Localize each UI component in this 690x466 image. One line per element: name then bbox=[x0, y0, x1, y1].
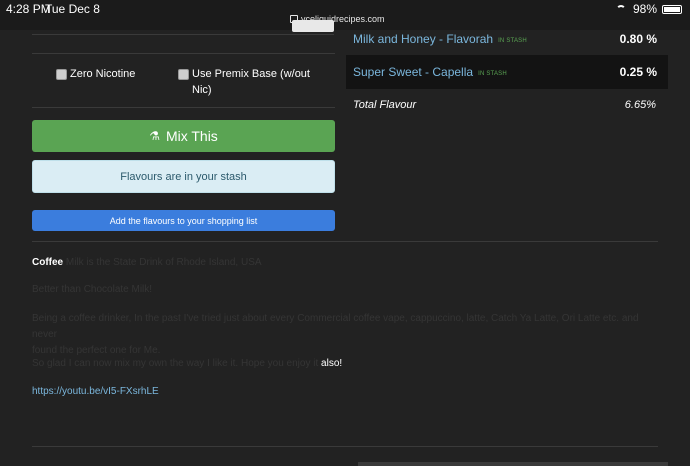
battery-percent: 98% bbox=[632, 2, 657, 16]
in-stash-badge: IN STASH bbox=[478, 71, 507, 77]
description-text: Milk is the State Drink of Rhode Island,… bbox=[65, 257, 262, 268]
status-date: Tue Dec 8 bbox=[45, 2, 100, 16]
premix-base-option[interactable]: Use Premix Base (w/out Nic) bbox=[178, 66, 328, 98]
mix-this-button[interactable]: ⚗ Mix This bbox=[32, 120, 335, 152]
status-time: 4:28 PM bbox=[6, 2, 51, 16]
youtube-link[interactable]: https://youtu.be/vI5-FXsrhLE bbox=[32, 386, 159, 397]
description-line: Better than Chocolate Milk! bbox=[32, 284, 152, 295]
divider bbox=[32, 446, 658, 447]
flavour-name-text: Super Sweet - Capella bbox=[353, 65, 474, 79]
flavour-name[interactable]: Milk and Honey - Flavorah IN STASH bbox=[353, 32, 527, 46]
input-addon[interactable] bbox=[292, 20, 334, 32]
total-flavour-value: 6.65% bbox=[624, 99, 656, 111]
flavour-row: Super Sweet - Capella IN STASH 0.25 % bbox=[346, 55, 668, 89]
shopping-list-label: Add the flavours to your shopping list bbox=[109, 215, 258, 226]
in-stash-badge: IN STASH bbox=[498, 38, 527, 44]
stash-alert: Flavours are in your stash bbox=[32, 160, 335, 193]
amount-input-stub[interactable] bbox=[32, 30, 334, 35]
flavour-percent: 0.80 % bbox=[619, 32, 657, 46]
divider bbox=[32, 107, 335, 108]
premix-base-label-line1: Use Premix Base (w/out bbox=[192, 68, 310, 80]
description-text-end: also! bbox=[321, 358, 343, 369]
zero-nicotine-label: Zero Nicotine bbox=[70, 68, 136, 80]
premix-base-checkbox[interactable] bbox=[178, 69, 189, 80]
description-text: Being a coffee drinker, In the past I've… bbox=[32, 313, 639, 340]
flavour-row: Milk and Honey - Flavorah IN STASH 0.80 % bbox=[346, 22, 668, 56]
bottom-panel-edge bbox=[358, 462, 668, 466]
flavour-percent: 0.25 % bbox=[619, 65, 657, 79]
description-text: Better than Chocolate Milk! bbox=[32, 284, 153, 295]
flavour-name[interactable]: Super Sweet - Capella IN STASH bbox=[353, 65, 507, 79]
description-line: So glad I can now mix my own the way I l… bbox=[32, 358, 342, 369]
divider bbox=[32, 53, 335, 54]
premix-base-label-line2: Nic) bbox=[192, 84, 212, 96]
total-flavour-label: Total Flavour bbox=[353, 99, 417, 111]
description-text: found the perfect one for Me. bbox=[32, 345, 161, 356]
description-coffee: Coffee bbox=[32, 257, 64, 268]
mix-this-label: Mix This bbox=[165, 128, 218, 144]
stash-alert-text: Flavours are in your stash bbox=[120, 170, 247, 183]
description-text: So glad I can now mix my own the way I l… bbox=[32, 358, 319, 369]
wifi-icon bbox=[615, 4, 628, 14]
total-flavour-row: Total Flavour 6.65% bbox=[353, 99, 656, 111]
premix-base-label: Use Premix Base (w/out Nic) bbox=[192, 66, 310, 98]
add-to-shopping-list-button[interactable]: Add the flavours to your shopping list bbox=[32, 210, 335, 231]
battery-icon bbox=[662, 4, 682, 14]
zero-nicotine-option[interactable]: Zero Nicotine bbox=[56, 66, 135, 82]
flavour-name-text: Milk and Honey - Flavorah bbox=[353, 32, 494, 46]
flask-icon: ⚗ bbox=[149, 129, 160, 143]
divider bbox=[32, 241, 658, 242]
description-line: Being a coffee drinker, In the past I've… bbox=[32, 311, 658, 359]
zero-nicotine-checkbox[interactable] bbox=[56, 69, 67, 80]
description-line: Coffee Milk is the State Drink of Rhode … bbox=[32, 257, 262, 268]
battery-fill bbox=[664, 6, 680, 12]
